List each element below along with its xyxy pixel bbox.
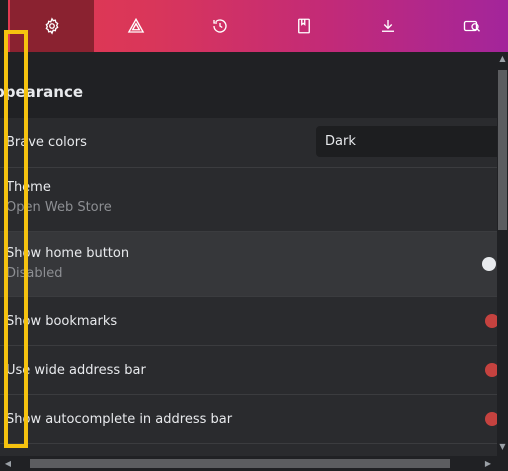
autocomplete-label: Show autocomplete in address bar	[6, 412, 233, 427]
setting-row-partial	[0, 444, 497, 456]
triangle-icon	[127, 17, 145, 33]
scroll-down-arrow-icon[interactable]: ▼	[498, 442, 507, 452]
vertical-scroll-thumb[interactable]	[498, 70, 507, 230]
settings-panel: ppearance Brave colors Dark Theme Open W…	[0, 52, 497, 456]
setting-row-wide-bar[interactable]: Use wide address bar	[0, 346, 497, 395]
theme-sublabel: Open Web Store	[6, 200, 112, 215]
history-tab[interactable]	[178, 0, 262, 52]
brave-colors-label: Brave colors	[6, 135, 87, 150]
theme-label: Theme	[6, 180, 51, 195]
download-icon	[382, 20, 394, 32]
history-icon	[213, 19, 227, 33]
horizontal-scroll-thumb[interactable]	[30, 459, 450, 468]
wallet-tab[interactable]	[430, 0, 508, 52]
setting-row-brave-colors: Brave colors Dark	[0, 118, 497, 168]
shields-tab[interactable]	[94, 0, 178, 52]
home-button-sublabel: Disabled	[6, 266, 63, 281]
wide-bar-toggle[interactable]	[485, 363, 497, 377]
settings-tab[interactable]	[10, 0, 94, 52]
autocomplete-toggle[interactable]	[485, 412, 497, 426]
gear-icon	[45, 17, 59, 35]
setting-row-bookmarks[interactable]: Show bookmarks	[0, 297, 497, 346]
bookmarks-label: Show bookmarks	[6, 314, 118, 329]
horizontal-scrollbar[interactable]: ◀ ▶	[0, 456, 508, 471]
bookmarks-toggle[interactable]	[485, 314, 497, 328]
scroll-left-arrow-icon[interactable]: ◀	[3, 459, 13, 468]
section-header: ppearance	[0, 52, 497, 118]
top-toolbar	[0, 0, 508, 52]
brave-colors-select[interactable]: Dark	[316, 126, 497, 157]
scroll-right-arrow-icon[interactable]: ▶	[483, 459, 493, 468]
bookmark-icon	[298, 18, 310, 34]
section-title: ppearance	[0, 83, 84, 101]
vertical-scrollbar[interactable]: ▲ ▼	[497, 52, 508, 456]
bookmarks-tab[interactable]	[262, 0, 346, 52]
toolbar-edge	[0, 0, 8, 52]
home-button-toggle[interactable]	[482, 257, 496, 271]
wide-bar-label: Use wide address bar	[6, 363, 146, 378]
setting-row-home-button[interactable]: Show home button Disabled	[0, 232, 497, 297]
wallet-search-icon	[463, 20, 480, 32]
setting-row-autocomplete[interactable]: Show autocomplete in address bar	[0, 395, 497, 444]
home-button-label: Show home button	[6, 246, 130, 261]
downloads-tab[interactable]	[346, 0, 430, 52]
setting-row-theme[interactable]: Theme Open Web Store	[0, 168, 497, 232]
scroll-up-arrow-icon[interactable]: ▲	[498, 54, 507, 64]
